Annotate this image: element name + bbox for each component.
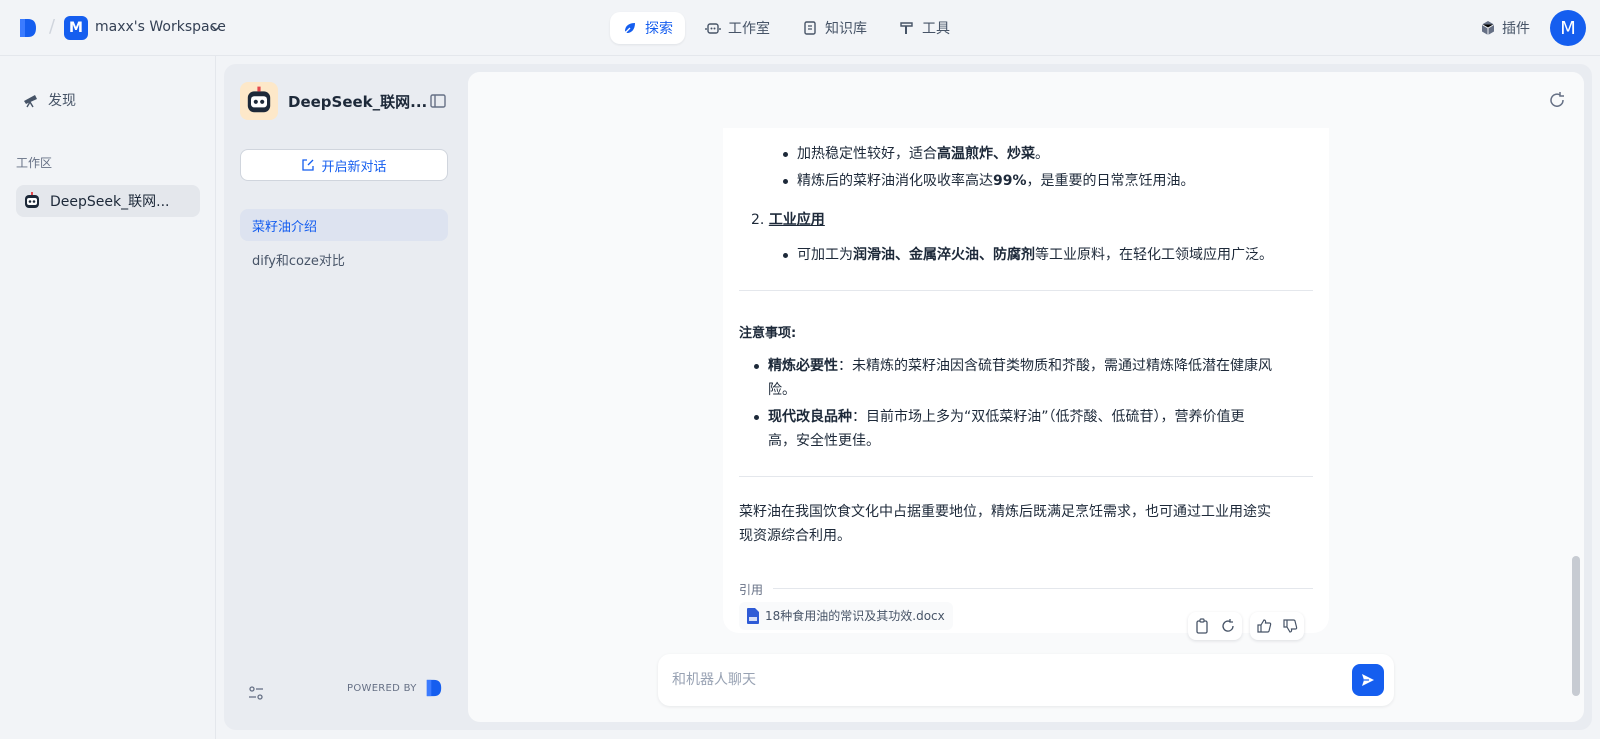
top-bar: / M maxx's Workspace 探索 工作室 知识库 工具 插件 M	[0, 0, 1600, 56]
sidebar-item-label: DeepSeek_联网...	[50, 194, 170, 210]
text: ，是重要的日常烹饪用油。	[1026, 173, 1195, 189]
copy-icon[interactable]	[1194, 618, 1210, 634]
compass-icon	[624, 23, 635, 34]
text-bold: 精炼必要性	[768, 358, 838, 374]
message-line: 险。	[768, 382, 796, 398]
powered-by: POWERED BY	[347, 678, 443, 698]
conversation-label: dify和coze对比	[252, 253, 345, 269]
text: 加热稳定性较好，适合	[797, 146, 937, 162]
cube-icon	[1481, 21, 1495, 35]
list-heading: 2. 工业应用	[751, 208, 825, 232]
conversation-item[interactable]: dify和coze对比	[240, 243, 448, 275]
robot-avatar-icon	[25, 192, 39, 208]
list-title: 工业应用	[768, 212, 825, 228]
hammer-icon	[900, 22, 913, 34]
sidebar-item-app[interactable]: DeepSeek_联网...	[16, 185, 200, 217]
dify-logo-icon[interactable]	[18, 17, 38, 39]
message-line: 精炼后的菜籽油消化吸收率高达99%，是重要的日常烹饪用油。	[783, 169, 1195, 193]
message-line: 现资源综合利用。	[739, 528, 851, 544]
workspace-name[interactable]: maxx's Workspace	[95, 19, 226, 35]
chevron-down-icon[interactable]	[210, 22, 222, 34]
section-label: 工作区	[16, 156, 53, 170]
text: 可加工为	[797, 247, 853, 263]
nav-tab-studio[interactable]: 工作室	[693, 12, 782, 44]
powered-by-label: POWERED BY	[347, 682, 417, 694]
main-nav: 探索 工作室 知识库 工具	[610, 12, 962, 44]
notes-title: 注意事项:	[739, 326, 797, 341]
chat-panel: 加热稳定性较好，适合高温煎炸、炒菜。 精炼后的菜籽油消化吸收率高达99%，是重要…	[468, 72, 1584, 722]
thumbs-up-icon[interactable]	[1256, 618, 1272, 634]
nav-tab-tools[interactable]: 工具	[887, 12, 962, 44]
text: 精炼后的菜籽油消化吸收率高达	[797, 173, 993, 189]
settings-sliders-icon[interactable]	[248, 685, 264, 701]
message-line: 加热稳定性较好，适合高温煎炸、炒菜。	[783, 142, 1049, 166]
citation-file[interactable]: 18种食用油的常识及其功效.docx	[739, 602, 953, 630]
docx-file-icon	[747, 608, 759, 624]
book-icon	[804, 21, 816, 35]
nav-label: 知识库	[825, 21, 867, 37]
message-actions	[1188, 612, 1242, 640]
divider	[739, 290, 1313, 291]
message-line: 现代改良品种：目前市场上多为“双低菜籽油”（低芥酸、低硫苷），营养价值更	[754, 405, 1308, 429]
text: 。	[1035, 146, 1049, 162]
text: ：未精炼的菜籽油因含硫苷类物质和芥酸，需通过精炼降低潜在健康风	[838, 358, 1272, 374]
user-avatar[interactable]: M	[1550, 10, 1586, 46]
nav-label: 探索	[645, 21, 673, 37]
telescope-icon	[24, 95, 37, 108]
workspace-avatar[interactable]: M	[64, 16, 88, 40]
text-bold: 99%	[993, 173, 1027, 189]
app-header: DeepSeek_联网...	[240, 82, 427, 120]
chat-header	[468, 72, 1584, 128]
nav-label: 工作室	[728, 21, 770, 37]
robot-icon	[705, 23, 721, 34]
new-chat-button[interactable]: 开启新对话	[240, 149, 448, 181]
conversation-label: 菜籽油介绍	[252, 219, 318, 235]
text: ：目前市场上多为“双低菜籽油”（低芥酸、低硫苷），营养价值更	[852, 409, 1245, 425]
text-bold: 润滑油、金属淬火油、防腐剂	[853, 247, 1035, 263]
citation-file-name: 18种食用油的常识及其功效.docx	[765, 609, 945, 623]
nav-tab-knowledge[interactable]: 知识库	[790, 12, 879, 44]
conversation-panel: DeepSeek_联网... 开启新对话 菜籽油介绍 dify和coze对比 P…	[224, 64, 464, 730]
nav-label: 工具	[922, 21, 950, 37]
message-line: 菜籽油在我国饮食文化中占据重要地位，精炼后既满足烹饪需求，也可通过工业用途实	[739, 504, 1271, 520]
sidebar-toggle-icon[interactable]	[429, 92, 447, 110]
plugin-label: 插件	[1502, 21, 1530, 37]
refresh-icon[interactable]	[1548, 91, 1566, 109]
regenerate-icon[interactable]	[1220, 618, 1236, 634]
message-line: 精炼必要性：未精炼的菜籽油因含硫苷类物质和芥酸，需通过精炼降低潜在健康风	[754, 354, 1308, 378]
new-chat-label: 开启新对话	[321, 159, 387, 175]
text: 等工业原料，在轻化工领域应用广泛。	[1035, 247, 1273, 263]
nav-tab-explore[interactable]: 探索	[610, 12, 685, 44]
scrollbar-thumb[interactable]	[1572, 556, 1580, 696]
divider	[739, 476, 1313, 477]
dify-logo-icon	[426, 679, 441, 697]
thumbs-down-icon[interactable]	[1282, 618, 1298, 634]
message-line: 高，安全性更佳。	[768, 433, 880, 449]
text-bold: 现代改良品种	[768, 409, 852, 425]
text-bold: 高温煎炸、炒菜	[937, 146, 1035, 162]
list-number: 2.	[751, 212, 765, 228]
message-line: 可加工为润滑油、金属淬火油、防腐剂等工业原料，在轻化工领域应用广泛。	[783, 243, 1273, 267]
sidebar-item-discover[interactable]: 发现	[22, 90, 76, 110]
chat-input-box	[658, 654, 1394, 706]
app-avatar	[240, 82, 278, 120]
robot-avatar-icon	[247, 86, 271, 113]
chat-input[interactable]	[672, 668, 1312, 692]
send-icon	[1362, 674, 1374, 686]
feedback-actions	[1250, 612, 1304, 640]
breadcrumb-separator: /	[49, 16, 56, 37]
plugin-button[interactable]: 插件	[1480, 18, 1530, 38]
citation-label: 引用	[739, 583, 764, 597]
app-title: DeepSeek_联网...	[288, 92, 428, 111]
sidebar-item-label: 发现	[48, 93, 76, 109]
conversation-item[interactable]: 菜籽油介绍	[240, 209, 448, 241]
send-button[interactable]	[1352, 664, 1384, 696]
left-sidebar: 发现 工作区 DeepSeek_联网...	[0, 56, 216, 739]
assistant-message: 加热稳定性较好，适合高温煎炸、炒菜。 精炼后的菜籽油消化吸收率高达99%，是重要…	[723, 128, 1329, 633]
edit-icon	[302, 159, 315, 171]
divider	[773, 588, 1313, 589]
